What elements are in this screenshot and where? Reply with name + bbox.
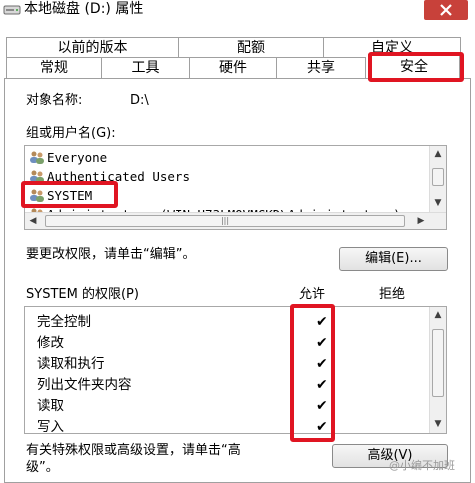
scroll-right-icon[interactable]: ▶ [413, 213, 429, 229]
scroll-thumb[interactable] [432, 329, 444, 397]
special-permissions-hint-line2: 级”。 [26, 460, 59, 475]
users-icon [29, 188, 45, 202]
permission-name: 读取和执行 [37, 356, 105, 372]
close-button[interactable] [424, 0, 468, 22]
user-name: Everyone [47, 150, 108, 165]
users-icon [29, 150, 45, 164]
permission-name: 读取 [37, 398, 64, 414]
allow-check-icon: ✔ [316, 314, 328, 330]
allow-check-icon: ✔ [316, 356, 328, 372]
tab-previous-versions[interactable]: 以前的版本 [6, 37, 179, 58]
user-name: Authenticated Users [47, 169, 190, 184]
scroll-thumb[interactable] [432, 168, 444, 186]
title-bar[interactable]: 本地磁盘 (D:) 属性 [0, 0, 475, 30]
permission-name: 写入 [37, 419, 64, 434]
permissions-vscrollbar[interactable]: ▲ ▼ [429, 307, 446, 433]
special-permissions-hint-line1: 有关特殊权限或高级设置，请单击“高 [26, 443, 241, 458]
tab-sharing[interactable]: 共享 [276, 57, 366, 79]
object-name-value: D:\ [130, 93, 149, 108]
permissions-list[interactable]: 完全控制 ✔ 修改 ✔ 读取和执行 ✔ 列出文件夹内容 ✔ 读取 ✔ 写入 ✔ … [24, 306, 447, 434]
change-permissions-hint: 要更改权限，请单击“编辑”。 [26, 247, 196, 262]
allow-check-icon: ✔ [316, 335, 328, 351]
permission-name: 完全控制 [37, 314, 91, 330]
user-list[interactable]: Everyone Authenticated Users SYSTEM Admi… [24, 145, 447, 230]
tab-quota[interactable]: 配额 [178, 37, 324, 58]
user-name: SYSTEM [47, 188, 93, 203]
scroll-up-icon[interactable]: ▲ [430, 146, 446, 162]
scroll-left-icon[interactable]: ◀ [25, 213, 41, 229]
permission-row: 修改 ✔ [37, 333, 427, 354]
scroll-down-icon[interactable]: ▼ [430, 195, 446, 211]
permission-name: 列出文件夹内容 [37, 377, 132, 393]
drive-icon [3, 2, 21, 16]
allow-check-icon: ✔ [316, 419, 328, 434]
user-list-hscrollbar[interactable]: ◀ ||| ▶ [25, 212, 446, 229]
tab-hardware[interactable]: 硬件 [189, 57, 277, 79]
tab-tools[interactable]: 工具 [101, 57, 190, 79]
user-item-system[interactable]: SYSTEM [29, 186, 92, 205]
permission-row: 读取和执行 ✔ [37, 354, 427, 375]
tab-general[interactable]: 常规 [6, 57, 102, 79]
permission-row: 读取 ✔ [37, 396, 427, 417]
edit-button[interactable]: 编辑(E)... [339, 247, 448, 271]
permission-row: 写入 ✔ [37, 417, 427, 434]
allow-check-icon: ✔ [316, 377, 328, 393]
scroll-down-icon[interactable]: ▼ [430, 416, 446, 432]
permission-row: 列出文件夹内容 ✔ [37, 375, 427, 396]
watermark: @小编不加班 [389, 459, 455, 472]
window-title: 本地磁盘 (D:) 属性 [24, 1, 144, 17]
user-list-vscrollbar[interactable]: ▲ ▼ [429, 146, 446, 212]
permission-row: 完全控制 ✔ [37, 312, 427, 333]
allow-check-icon: ✔ [316, 398, 328, 414]
object-name-label: 对象名称: [26, 93, 83, 108]
tab-security[interactable]: 安全 [368, 54, 460, 80]
close-icon [424, 0, 468, 20]
permissions-label: SYSTEM 的权限(P) [26, 287, 139, 302]
user-item-authenticated-users[interactable]: Authenticated Users [29, 167, 190, 186]
allow-header: 允许 [299, 287, 326, 302]
scroll-thumb[interactable]: ||| [45, 215, 405, 227]
deny-header: 拒绝 [379, 287, 406, 302]
scroll-up-icon[interactable]: ▲ [430, 307, 446, 323]
users-icon [29, 169, 45, 183]
permission-name: 修改 [37, 335, 64, 351]
user-item-everyone[interactable]: Everyone [29, 148, 107, 167]
group-users-label: 组或用户名(G): [26, 126, 116, 141]
